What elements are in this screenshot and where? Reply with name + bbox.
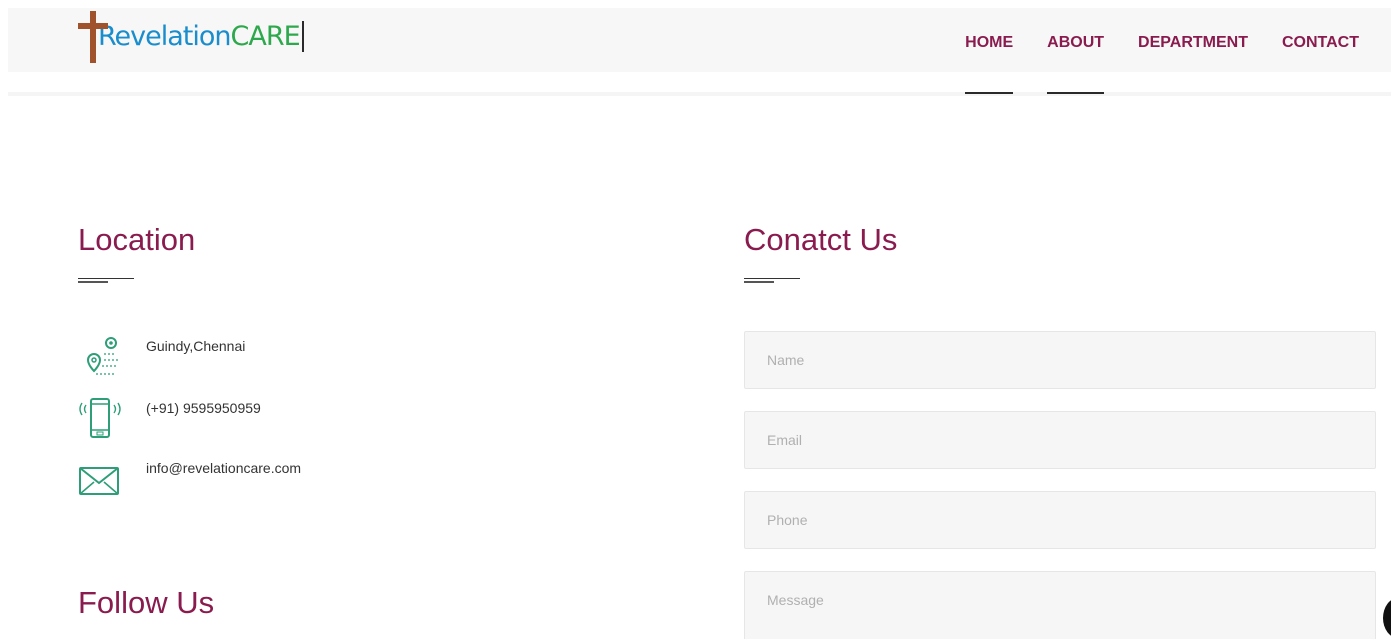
nav-department[interactable]: DEPARTMENT: [1138, 34, 1248, 52]
cross-icon: [78, 9, 108, 63]
address-text: Guindy,Chennai: [146, 338, 246, 354]
email-item: info@revelationcare.com: [78, 456, 301, 500]
name-input[interactable]: [744, 331, 1376, 389]
email-input[interactable]: [744, 411, 1376, 469]
phone-item: (+91) 9595950959: [78, 396, 261, 440]
site-logo[interactable]: RevelationCARE: [78, 8, 304, 64]
contact-title: Conatct Us: [744, 222, 898, 257]
envelope-icon: [79, 467, 119, 495]
location-title: Location: [78, 222, 196, 257]
message-input[interactable]: [744, 571, 1376, 639]
logo-text: RevelationCARE: [98, 20, 304, 52]
main-nav: HOME ABOUT DEPARTMENT CONTACT: [965, 34, 1359, 94]
nav-about[interactable]: ABOUT: [1047, 34, 1104, 94]
nav-home[interactable]: HOME: [965, 34, 1014, 94]
follow-title: Follow Us: [78, 585, 215, 620]
contact-page: RevelationCARE HOME ABOUT DEPARTMENT CON…: [0, 0, 1391, 639]
phone-input[interactable]: [744, 491, 1376, 549]
mobile-phone-icon: [79, 398, 121, 438]
address-item: Guindy,Chennai: [78, 334, 245, 378]
header-divider: [8, 92, 1391, 96]
chat-widget-button[interactable]: [1383, 598, 1391, 638]
email-text: info@revelationcare.com: [146, 460, 302, 476]
phone-text: (+91) 9595950959: [146, 400, 261, 416]
contact-title-rule: [744, 278, 800, 284]
location-title-rule: [78, 278, 134, 284]
location-route-icon: [86, 337, 118, 375]
nav-contact[interactable]: CONTACT: [1282, 34, 1359, 52]
